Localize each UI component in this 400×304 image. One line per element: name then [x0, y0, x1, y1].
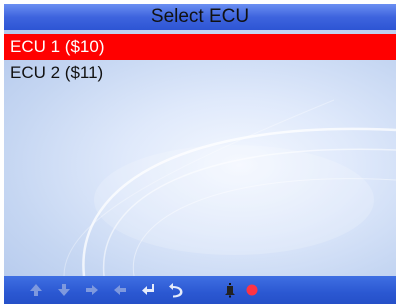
ecu-list-item-2[interactable]: ECU 2 ($11) [4, 60, 396, 86]
enter-icon[interactable] [140, 282, 156, 298]
down-arrow-icon[interactable] [56, 282, 72, 298]
right-arrow-icon[interactable] [84, 282, 100, 298]
ecu-screen: Select ECU ECU 1 ($10) ECU 2 ($11) [0, 0, 400, 304]
bottom-toolbar [4, 276, 396, 304]
page-title: Select ECU [4, 4, 396, 30]
back-icon[interactable] [168, 282, 184, 298]
record-icon[interactable] [244, 282, 260, 298]
left-arrow-icon[interactable] [112, 282, 128, 298]
bell-icon[interactable] [222, 282, 238, 298]
ecu-list-item-1[interactable]: ECU 1 ($10) [4, 34, 396, 60]
ecu-list: ECU 1 ($10) ECU 2 ($11) [4, 34, 396, 86]
up-arrow-icon[interactable] [28, 282, 44, 298]
content-area: ECU 1 ($10) ECU 2 ($11) [4, 30, 396, 276]
title-bar: Select ECU [0, 0, 400, 30]
